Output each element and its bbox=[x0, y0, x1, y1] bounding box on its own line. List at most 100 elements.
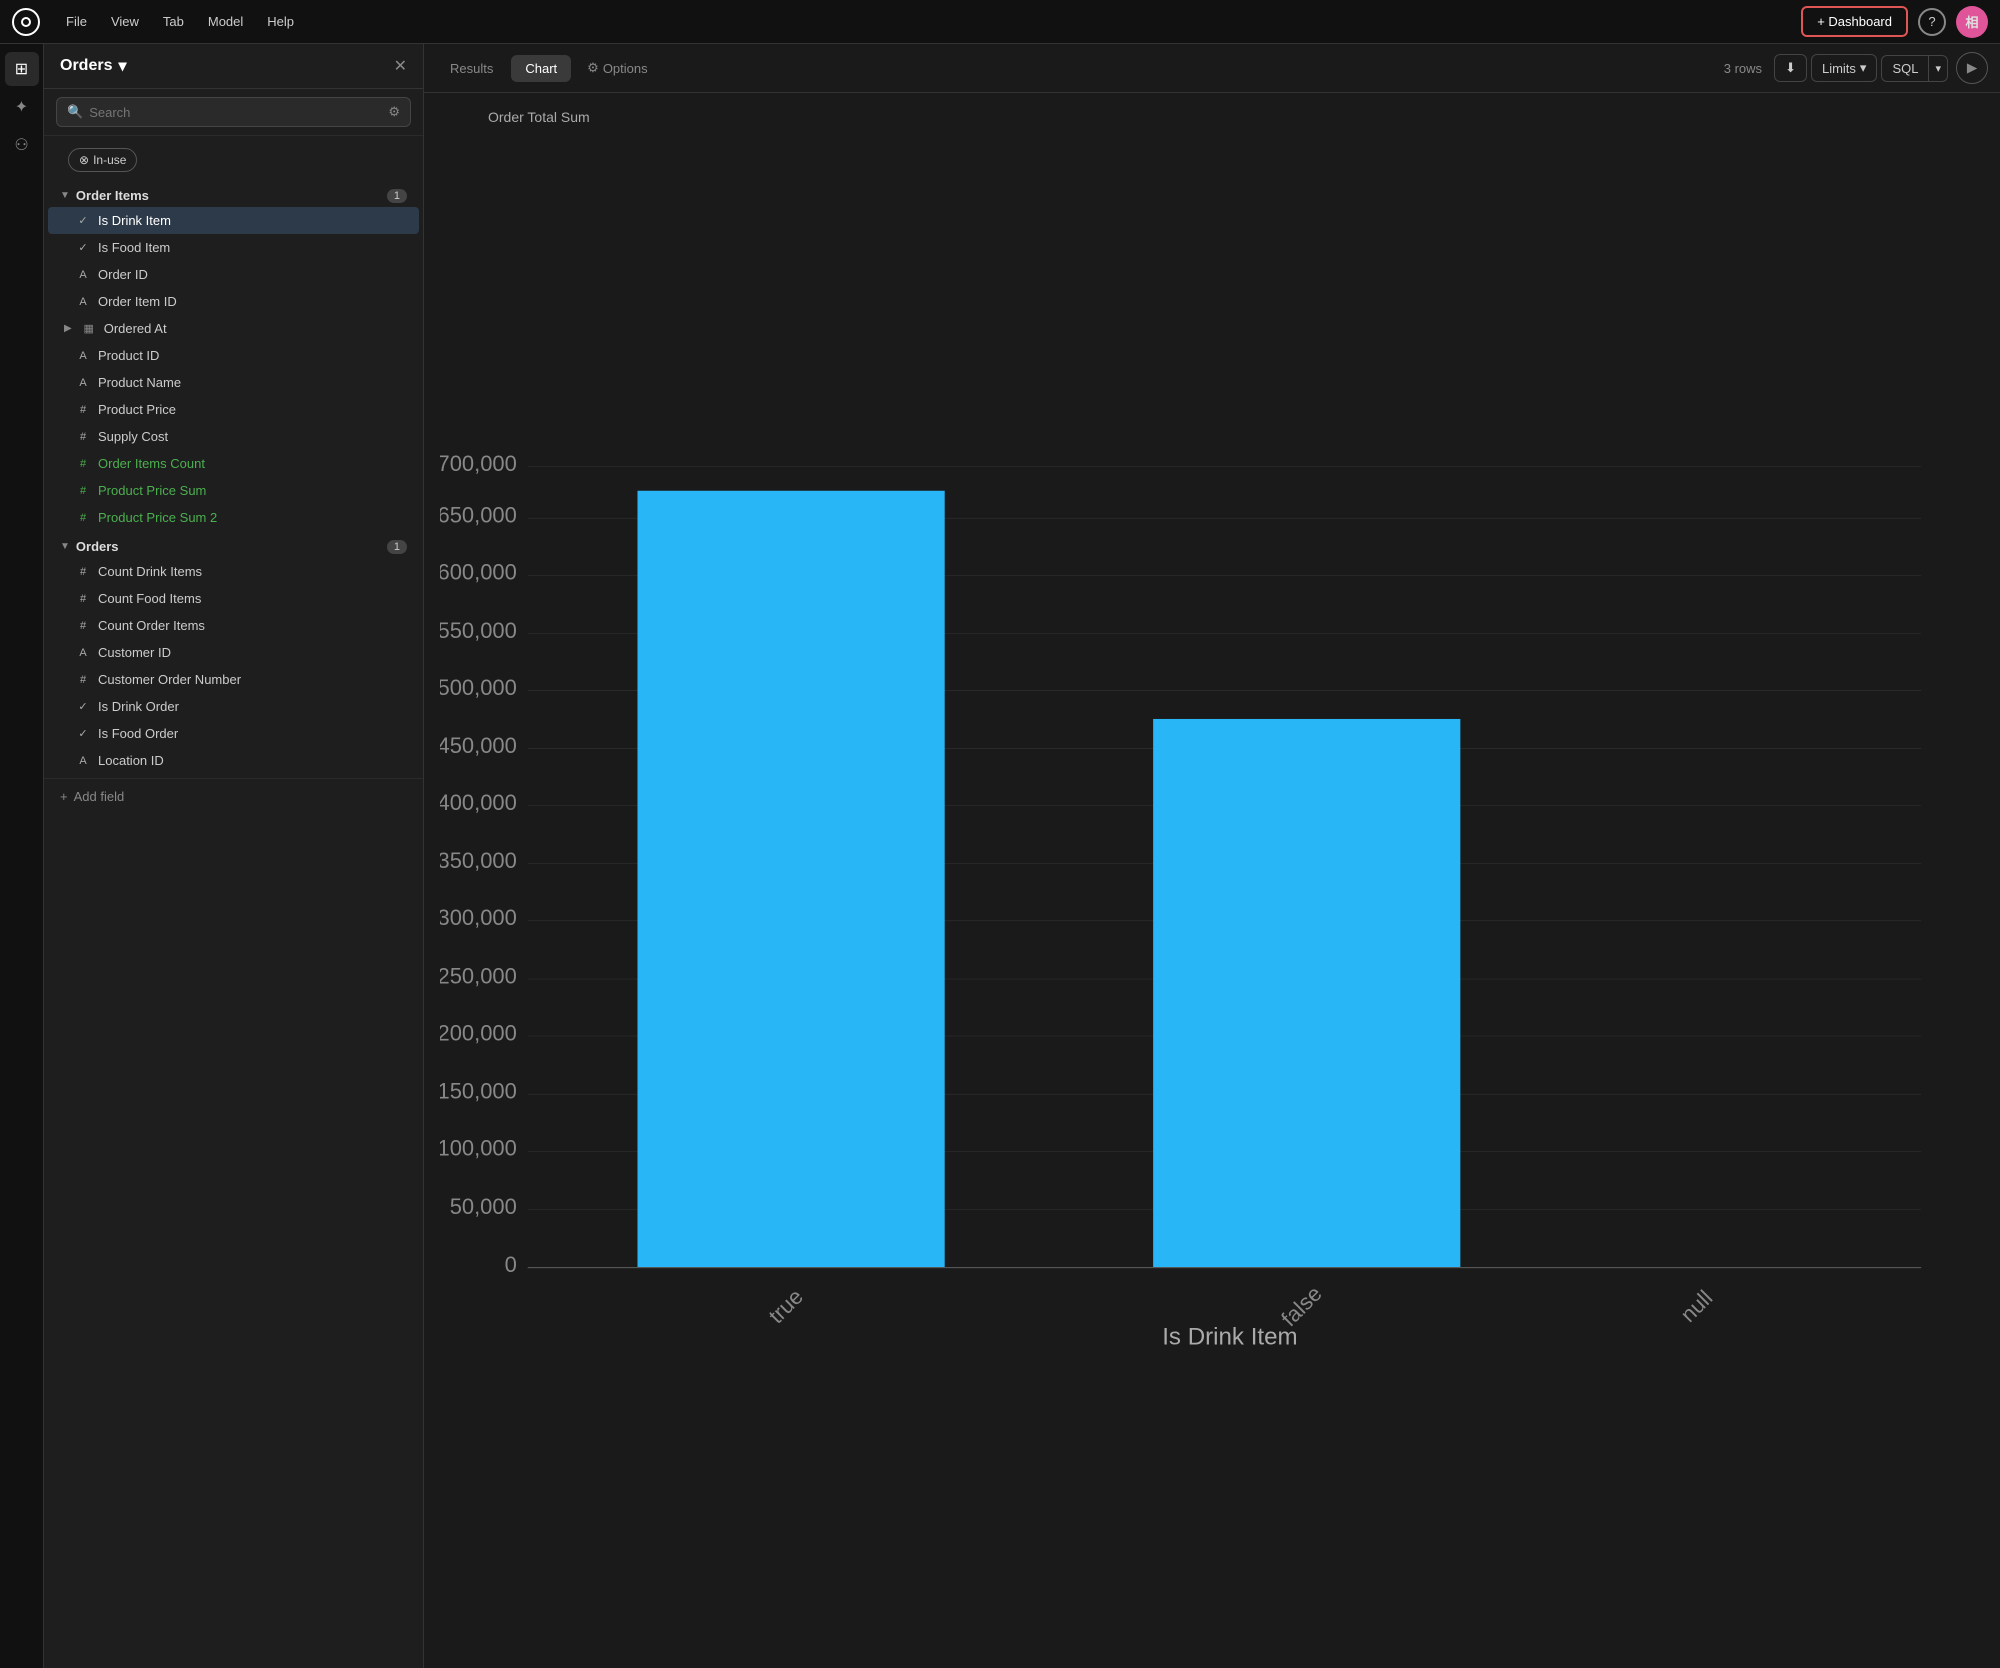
field-is-food-item[interactable]: ✓ Is Food Item bbox=[48, 234, 419, 261]
sliders-icon: ⚙ bbox=[587, 60, 599, 76]
rows-info: 3 rows bbox=[1724, 61, 1762, 76]
hash-icon: # bbox=[76, 404, 90, 416]
hash-measure-icon: # bbox=[76, 512, 90, 524]
in-use-label: In-use bbox=[93, 153, 126, 167]
panel-title[interactable]: Orders ▾ bbox=[60, 56, 127, 76]
field-order-item-id[interactable]: A Order Item ID bbox=[48, 288, 419, 315]
icon-sidebar: ⊞ ✦ ⚇ bbox=[0, 44, 44, 1668]
field-product-price[interactable]: # Product Price bbox=[48, 396, 419, 423]
field-count-food-items[interactable]: # Count Food Items bbox=[48, 585, 419, 612]
field-label: Count Order Items bbox=[98, 618, 205, 633]
link-icon: ⊗ bbox=[79, 153, 89, 167]
section-orders[interactable]: ▼ Orders 1 bbox=[44, 531, 423, 558]
check-icon: ✓ bbox=[76, 727, 90, 740]
svg-text:250,000: 250,000 bbox=[440, 963, 517, 988]
field-is-food-order[interactable]: ✓ Is Food Order bbox=[48, 720, 419, 747]
field-label: Product Name bbox=[98, 375, 181, 390]
hash-icon: # bbox=[76, 593, 90, 605]
sql-dropdown[interactable]: ▾ bbox=[1928, 55, 1948, 82]
menu-help[interactable]: Help bbox=[257, 10, 304, 33]
add-field-button[interactable]: + Add field bbox=[44, 778, 423, 814]
search-input[interactable] bbox=[89, 105, 382, 120]
svg-text:null: null bbox=[1675, 1285, 1717, 1327]
field-ordered-at[interactable]: ▶ ▦ Ordered At bbox=[48, 315, 419, 342]
field-location-id[interactable]: A Location ID bbox=[48, 747, 419, 774]
chart-title: Order Total Sum bbox=[488, 109, 1976, 125]
field-panel: Orders ▾ ✕ 🔍 ⚙ ⊗ In-use ▼ Order bbox=[44, 44, 424, 1668]
field-is-drink-item[interactable]: ✓ Is Drink Item bbox=[48, 207, 419, 234]
hash-icon: # bbox=[76, 620, 90, 632]
sql-button[interactable]: SQL bbox=[1881, 55, 1928, 82]
field-customer-order-number[interactable]: # Customer Order Number bbox=[48, 666, 419, 693]
section-label: Order Items bbox=[76, 188, 149, 203]
field-count-drink-items[interactable]: # Count Drink Items bbox=[48, 558, 419, 585]
svg-text:0: 0 bbox=[505, 1252, 517, 1277]
svg-text:450,000: 450,000 bbox=[440, 733, 517, 758]
field-label: Product Price Sum bbox=[98, 483, 206, 498]
connections-icon-btn[interactable]: ⚇ bbox=[5, 128, 39, 162]
filter-icon[interactable]: ⚙ bbox=[388, 104, 400, 120]
string-icon: A bbox=[76, 296, 90, 308]
tab-chart[interactable]: Chart bbox=[511, 55, 571, 82]
search-input-wrap: 🔍 ⚙ bbox=[56, 97, 411, 127]
field-label: Customer Order Number bbox=[98, 672, 241, 687]
string-icon: A bbox=[76, 647, 90, 659]
search-icon: 🔍 bbox=[67, 104, 83, 120]
field-order-items-count[interactable]: # Order Items Count bbox=[48, 450, 419, 477]
field-label: Order Items Count bbox=[98, 456, 205, 471]
svg-text:50,000: 50,000 bbox=[450, 1194, 517, 1219]
plus-icon: + bbox=[60, 789, 68, 804]
string-icon: A bbox=[76, 755, 90, 767]
avatar[interactable]: 相 bbox=[1956, 6, 1988, 38]
field-order-id[interactable]: A Order ID bbox=[48, 261, 419, 288]
table-icon: ▦ bbox=[82, 322, 96, 335]
tab-options[interactable]: ⚙ Options bbox=[575, 54, 659, 82]
run-button[interactable]: ▶ bbox=[1956, 52, 1988, 84]
content-area: Results Chart ⚙ Options 3 rows ⬇ Limits … bbox=[424, 44, 2000, 1668]
hash-icon: # bbox=[76, 431, 90, 443]
menu-file[interactable]: File bbox=[56, 10, 97, 33]
field-label: Is Drink Item bbox=[98, 213, 171, 228]
grid-icon-btn[interactable]: ⊞ bbox=[5, 52, 39, 86]
field-product-price-sum[interactable]: # Product Price Sum bbox=[48, 477, 419, 504]
limits-label: Limits bbox=[1822, 61, 1856, 76]
field-product-price-sum-2[interactable]: # Product Price Sum 2 bbox=[48, 504, 419, 531]
hash-measure-icon: # bbox=[76, 485, 90, 497]
field-label: Count Drink Items bbox=[98, 564, 202, 579]
help-button[interactable]: ? bbox=[1918, 8, 1946, 36]
svg-text:true: true bbox=[764, 1284, 808, 1328]
sparkle-icon: ✦ bbox=[15, 97, 28, 117]
svg-text:150,000: 150,000 bbox=[440, 1079, 517, 1104]
tab-results[interactable]: Results bbox=[436, 55, 507, 82]
field-product-id[interactable]: A Product ID bbox=[48, 342, 419, 369]
bar-false bbox=[1153, 719, 1460, 1268]
section-order-items[interactable]: ▼ Order Items 1 bbox=[44, 180, 423, 207]
panel-title-text: Orders bbox=[60, 57, 112, 75]
tab-bar: Results Chart ⚙ Options 3 rows ⬇ Limits … bbox=[424, 44, 2000, 93]
field-count-order-items[interactable]: # Count Order Items bbox=[48, 612, 419, 639]
panel-close-button[interactable]: ✕ bbox=[394, 56, 407, 76]
hash-measure-icon: # bbox=[76, 458, 90, 470]
field-label: Location ID bbox=[98, 753, 164, 768]
field-customer-id[interactable]: A Customer ID bbox=[48, 639, 419, 666]
field-supply-cost[interactable]: # Supply Cost bbox=[48, 423, 419, 450]
string-icon: A bbox=[76, 350, 90, 362]
field-product-name[interactable]: A Product Name bbox=[48, 369, 419, 396]
menu-tab[interactable]: Tab bbox=[153, 10, 194, 33]
sparkle-icon-btn[interactable]: ✦ bbox=[5, 90, 39, 124]
menu-view[interactable]: View bbox=[101, 10, 149, 33]
field-is-drink-order[interactable]: ✓ Is Drink Order bbox=[48, 693, 419, 720]
field-label: Product Price Sum 2 bbox=[98, 510, 217, 525]
in-use-button[interactable]: ⊗ In-use bbox=[68, 148, 137, 172]
menu-model[interactable]: Model bbox=[198, 10, 253, 33]
field-label: Product ID bbox=[98, 348, 159, 363]
sql-group: SQL ▾ bbox=[1881, 55, 1948, 82]
field-label: Order ID bbox=[98, 267, 148, 282]
app-logo[interactable] bbox=[12, 8, 40, 36]
dashboard-button[interactable]: + Dashboard bbox=[1801, 6, 1908, 37]
add-field-label: Add field bbox=[74, 789, 125, 804]
play-icon: ▶ bbox=[1967, 60, 1977, 76]
download-button[interactable]: ⬇ bbox=[1774, 54, 1807, 82]
section-label: Orders bbox=[76, 539, 119, 554]
limits-button[interactable]: Limits ▾ bbox=[1811, 54, 1877, 82]
